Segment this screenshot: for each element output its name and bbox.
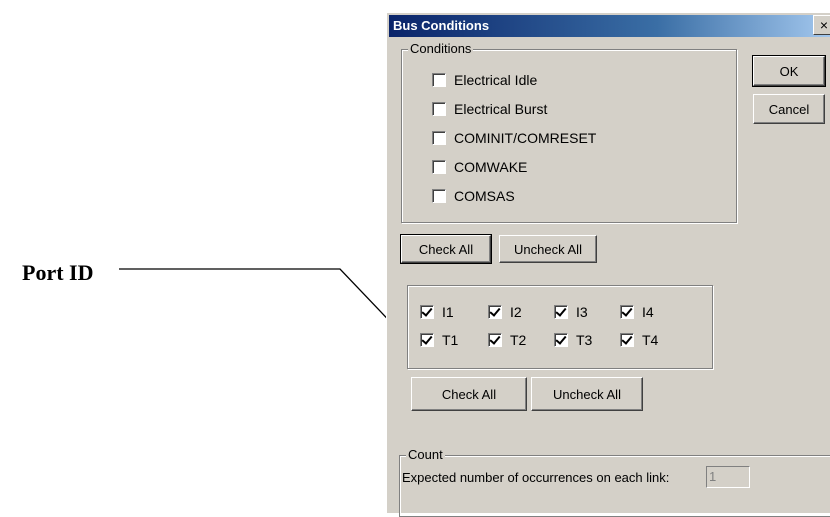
port-label: I4 xyxy=(642,304,654,320)
port-i2[interactable]: I2 xyxy=(488,304,522,320)
port-label: T2 xyxy=(510,332,527,348)
condition-label: COMWAKE xyxy=(454,159,528,175)
i1-checkbox[interactable] xyxy=(420,305,434,319)
t1-checkbox[interactable] xyxy=(420,333,434,347)
conditions-group: Conditions Electrical Idle Electrical Bu… xyxy=(401,41,737,223)
count-group-title: Count xyxy=(406,447,445,462)
port-id-group: I1 I2 I3 I4 T1 T2 T3 T4 xyxy=(407,285,713,369)
comwake-checkbox[interactable] xyxy=(432,160,446,174)
condition-cominit-comreset[interactable]: COMINIT/COMRESET xyxy=(432,130,596,146)
i3-checkbox[interactable] xyxy=(554,305,568,319)
bus-conditions-dialog: Bus Conditions × Conditions Electrical I… xyxy=(386,12,830,517)
t2-checkbox[interactable] xyxy=(488,333,502,347)
port-label: I3 xyxy=(576,304,588,320)
expected-occurrences-field[interactable]: 1 xyxy=(706,466,750,488)
close-icon: × xyxy=(819,17,829,33)
condition-label: Electrical Idle xyxy=(454,72,538,88)
cancel-button[interactable]: Cancel xyxy=(753,94,825,124)
dialog-title-bar: Bus Conditions xyxy=(389,15,830,37)
condition-electrical-idle[interactable]: Electrical Idle xyxy=(432,72,537,88)
conditions-check-all-button[interactable]: Check All xyxy=(400,234,492,264)
port-label: T1 xyxy=(442,332,459,348)
electrical-idle-checkbox[interactable] xyxy=(432,73,446,87)
t4-checkbox[interactable] xyxy=(620,333,634,347)
ok-button[interactable]: OK xyxy=(752,55,826,87)
i2-checkbox[interactable] xyxy=(488,305,502,319)
ports-uncheck-all-button[interactable]: Uncheck All xyxy=(531,377,643,411)
t3-checkbox[interactable] xyxy=(554,333,568,347)
port-label: I2 xyxy=(510,304,522,320)
electrical-burst-checkbox[interactable] xyxy=(432,102,446,116)
port-i4[interactable]: I4 xyxy=(620,304,654,320)
cominit-comreset-checkbox[interactable] xyxy=(432,131,446,145)
port-t2[interactable]: T2 xyxy=(488,332,526,348)
comsas-checkbox[interactable] xyxy=(432,189,446,203)
port-t1[interactable]: T1 xyxy=(420,332,458,348)
condition-label: COMSAS xyxy=(454,188,515,204)
condition-electrical-burst[interactable]: Electrical Burst xyxy=(432,101,547,117)
port-i1[interactable]: I1 xyxy=(420,304,454,320)
close-button[interactable]: × xyxy=(813,15,830,35)
count-group: Count Expected number of occurrences on … xyxy=(399,447,830,517)
i4-checkbox[interactable] xyxy=(620,305,634,319)
conditions-uncheck-all-button[interactable]: Uncheck All xyxy=(499,235,597,263)
port-i3[interactable]: I3 xyxy=(554,304,588,320)
dialog-title: Bus Conditions xyxy=(393,18,490,33)
expected-occurrences-label: Expected number of occurrences on each l… xyxy=(402,470,670,485)
conditions-group-title: Conditions xyxy=(408,41,474,56)
port-label: T3 xyxy=(576,332,593,348)
condition-label: COMINIT/COMRESET xyxy=(454,130,597,146)
ports-check-all-button[interactable]: Check All xyxy=(411,377,527,411)
port-label: I1 xyxy=(442,304,454,320)
condition-comwake[interactable]: COMWAKE xyxy=(432,159,527,175)
port-id-annotation-label: Port ID xyxy=(22,260,94,285)
condition-label: Electrical Burst xyxy=(454,101,548,117)
port-t4[interactable]: T4 xyxy=(620,332,658,348)
port-label: T4 xyxy=(642,332,659,348)
condition-comsas[interactable]: COMSAS xyxy=(432,188,515,204)
port-t3[interactable]: T3 xyxy=(554,332,592,348)
